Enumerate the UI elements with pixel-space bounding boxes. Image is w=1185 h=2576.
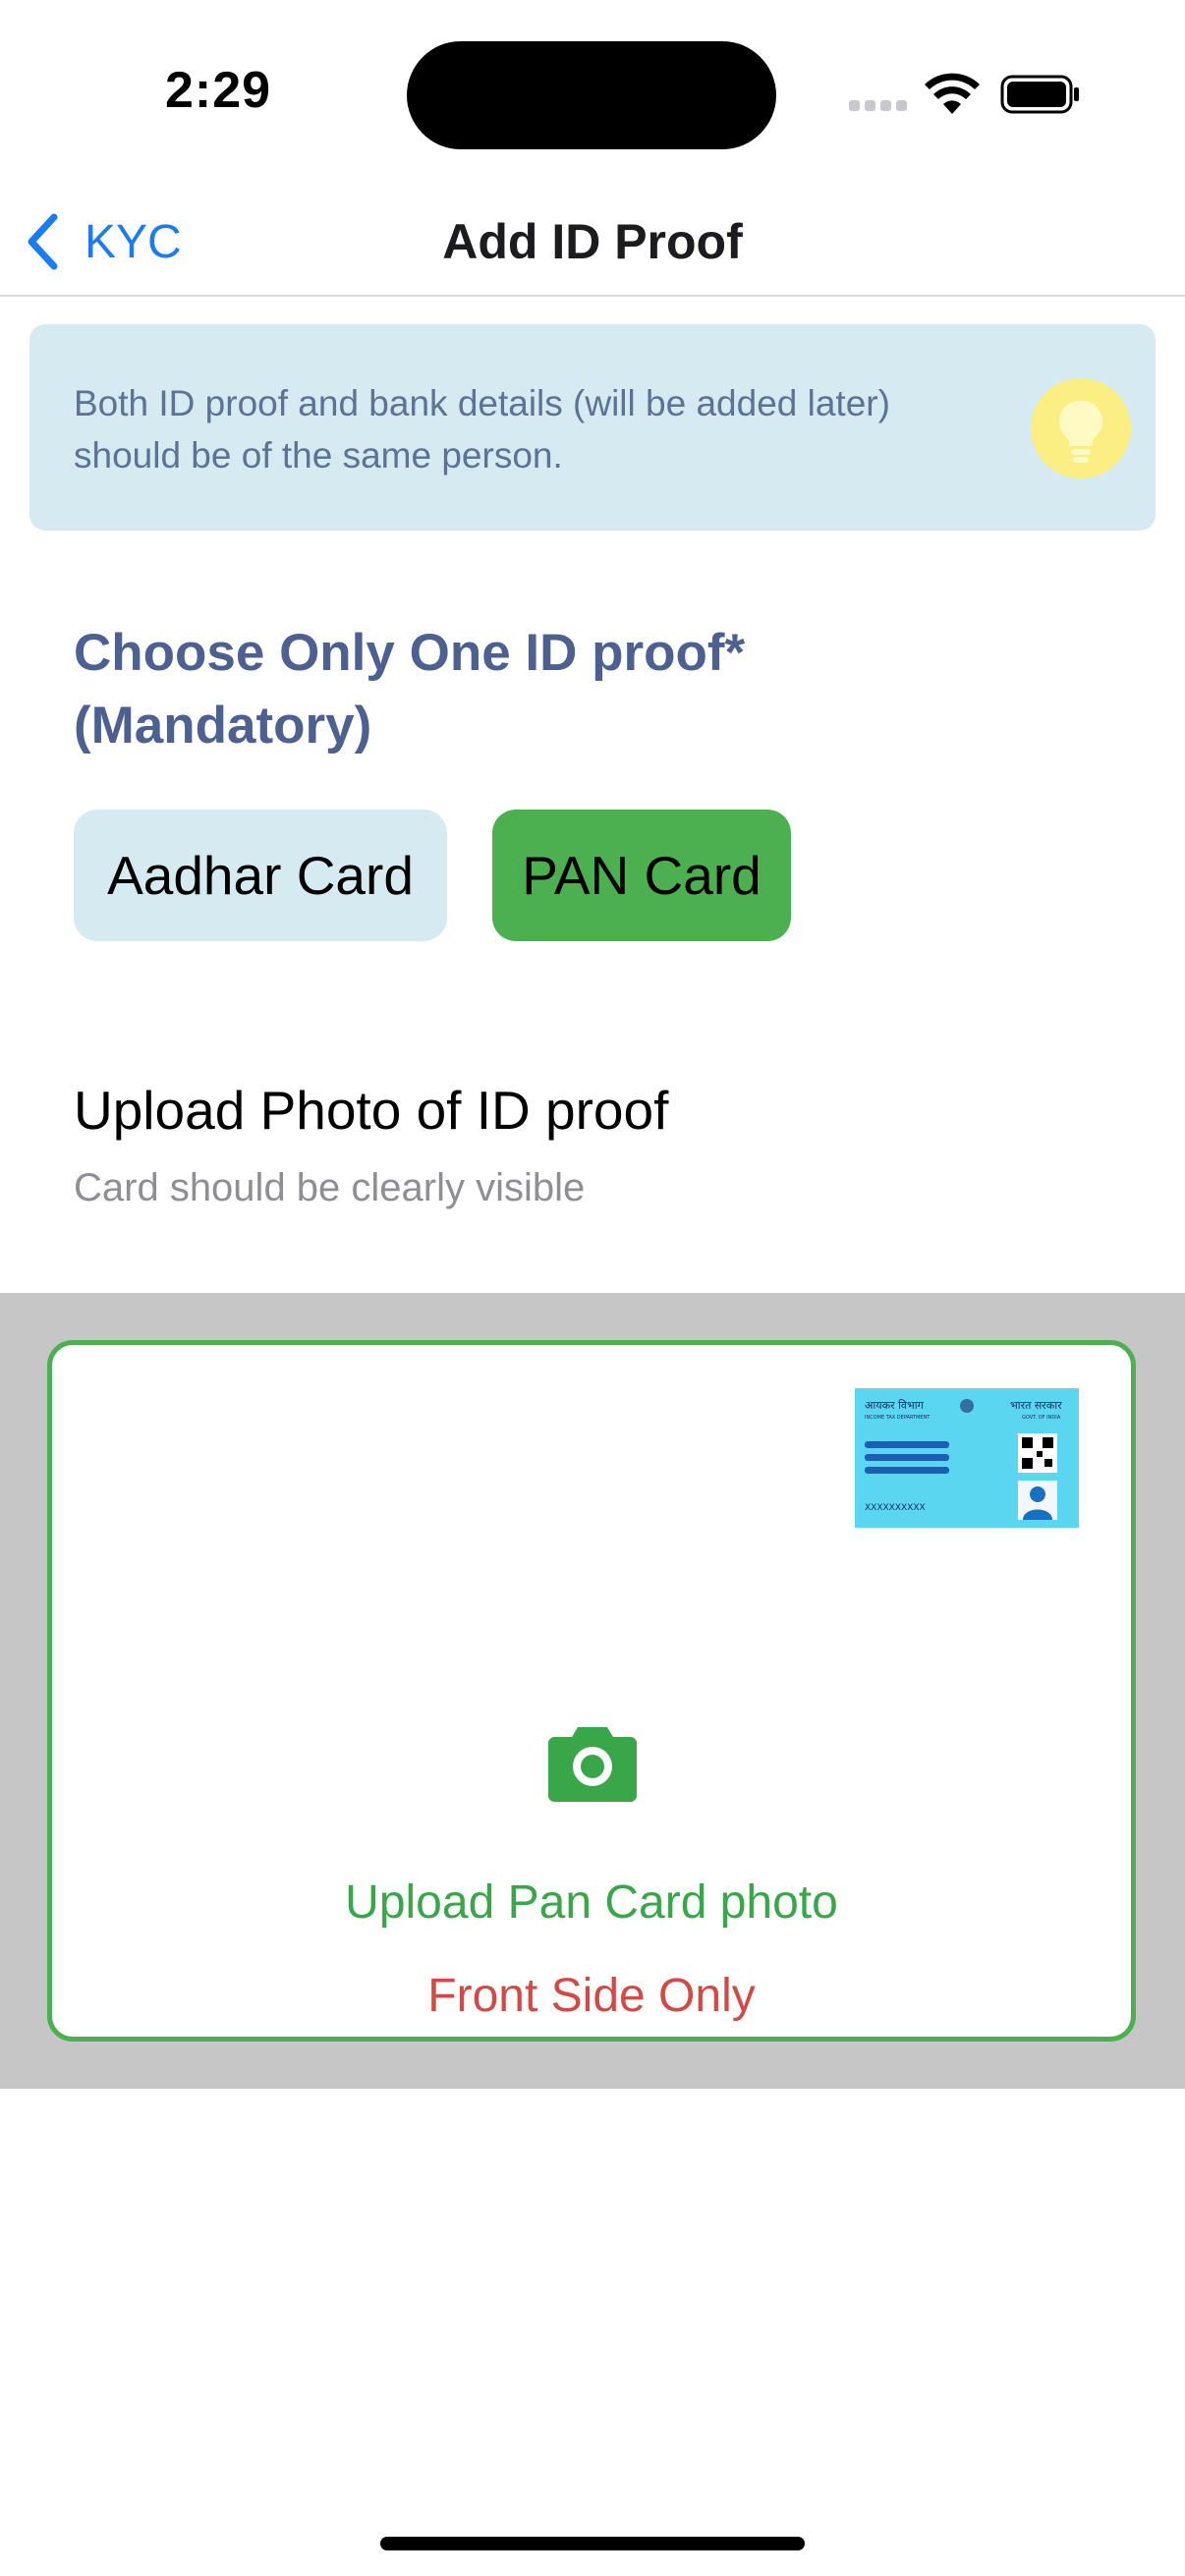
pan-thumb-number: XXXXXXXXXX [865,1503,926,1513]
page-title: Add ID Proof [442,214,743,269]
camera-icon [548,1727,637,1802]
pan-thumb-left-header: आयकर विभाग [865,1399,925,1412]
status-time: 2:29 [165,62,272,119]
pan-thumb-right-header: भारत सरकार [1010,1399,1062,1412]
upload-section-title: Upload Photo of ID proof [74,1080,669,1141]
upload-pan-card-label: Upload Pan Card photo [345,1876,838,1929]
battery-icon [1000,75,1079,114]
cellular-signal-icon [849,100,908,114]
lightbulb-icon [1031,378,1131,478]
info-banner-text: Both ID proof and bank details (will be … [74,383,890,476]
pan-card-illustration: आयकर विभाग INCOME TAX DEPARTMENT भारत सर… [855,1388,1079,1528]
upload-pan-card-button[interactable]: आयकर विभाग INCOME TAX DEPARTMENT भारत सर… [47,1340,1136,2042]
pan-thumb-left-sub: INCOME TAX DEPARTMENT [865,1415,931,1421]
info-banner: Both ID proof and bank details (will be … [29,324,1156,531]
navigation-bar: KYC Add ID Proof [0,187,1185,297]
dynamic-island [407,41,776,149]
pan-card-option[interactable]: PAN Card [492,810,791,941]
aadhar-card-option[interactable]: Aadhar Card [74,810,447,941]
status-bar: 2:29 [0,0,1185,187]
pan-thumb-right-sub: GOVT. OF INDIA [1022,1415,1061,1421]
id-proof-section-title: Choose Only One ID proof* (Mandatory) [74,624,746,755]
front-side-only-label: Front Side Only [427,1970,756,2022]
home-indicator[interactable] [380,2537,805,2550]
wifi-icon [925,73,980,114]
upload-section-subtitle: Card should be clearly visible [74,1166,586,1209]
